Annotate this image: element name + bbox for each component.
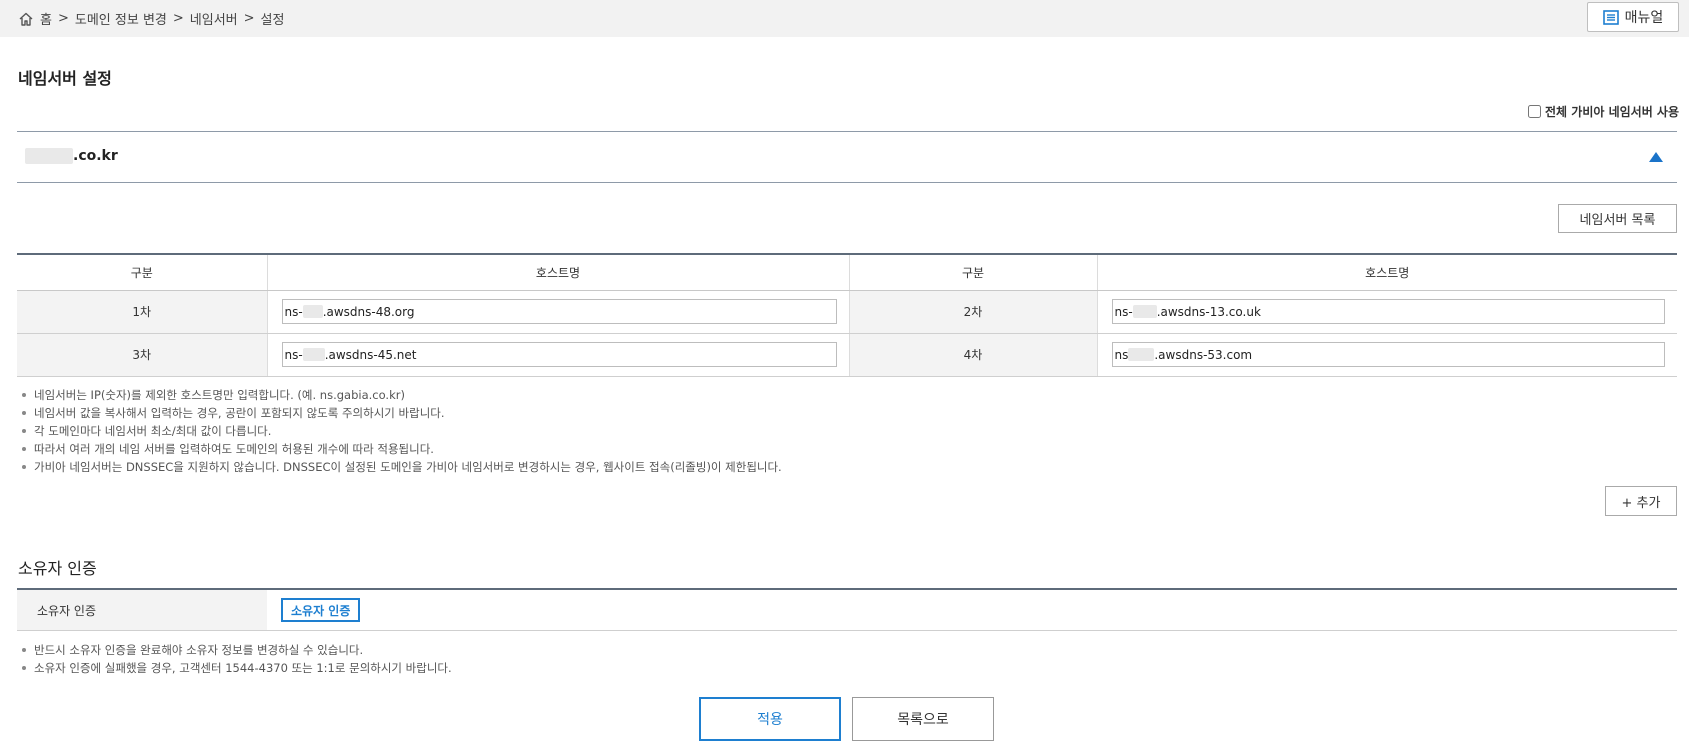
breadcrumb-nameserver[interactable]: 네임서버 [190,9,238,28]
host-prefix: ns- [284,304,303,319]
collapse-arrow-icon[interactable] [1649,152,1663,162]
ns-label-2: 2차 [848,290,1097,334]
domain-suffix: .co.kr [73,148,118,164]
nameserver-4-input[interactable]: ns .awsdns-53.com [1111,342,1665,367]
owner-notes: 반드시 소유자 인증을 완료해야 소유자 정보를 변경하실 수 있습니다. 소유… [20,641,452,677]
note-item: 각 도메인마다 네임서버 최소/최대 값이 다릅니다. [20,422,782,440]
ns-input-cell-2: ns- .awsdns-13.co.uk [1096,290,1677,334]
nameserver-3-input[interactable]: ns- .awsdns-45.net [281,342,837,367]
host-prefix: ns- [284,347,303,362]
host-suffix: .awsdns-48.org [322,304,415,319]
home-icon[interactable] [18,11,34,27]
apply-button[interactable]: 적용 [699,697,841,741]
ns-input-cell-3: ns- .awsdns-45.net [266,333,849,377]
masked-host [302,305,323,318]
column-header-hostname: 호스트명 [266,253,849,291]
breadcrumb: 홈 > 도메인 정보 변경 > 네임서버 > 설정 [18,9,284,28]
add-nameserver-button[interactable]: + 추가 [1605,486,1677,516]
all-gabia-nameserver-option[interactable]: 전체 가비아 네임서버 사용 [1528,103,1679,120]
breadcrumb-separator: > [243,11,255,26]
host-suffix: .awsdns-53.com [1154,347,1253,362]
ns-input-cell-4: ns .awsdns-53.com [1096,333,1677,377]
column-header-type: 구분 [17,253,267,291]
note-item: 소유자 인증에 실패했을 경우, 고객센터 1544-4370 또는 1:1로 … [20,659,452,677]
nameserver-2-input[interactable]: ns- .awsdns-13.co.uk [1111,299,1665,324]
manual-button-label: 매뉴얼 [1624,10,1664,26]
manual-button[interactable]: 매뉴얼 [1587,2,1679,32]
host-suffix: .awsdns-45.net [324,347,417,362]
note-item: 가비아 네임서버는 DNSSEC을 지원하지 않습니다. DNSSEC이 설정된… [20,458,782,476]
ns-label-1: 1차 [17,290,267,334]
nameserver-notes: 네임서버는 IP(숫자)를 제외한 호스트명만 입력합니다. (예. ns.ga… [20,386,782,476]
masked-host [1128,348,1155,361]
owner-verification-table: 소유자 인증 소유자 인증 [17,588,1677,631]
column-header-hostname: 호스트명 [1096,253,1677,291]
breadcrumb-settings: 설정 [260,13,285,28]
nameserver-section-title: 네임서버 설정 [18,69,112,88]
host-prefix: ns- [1114,304,1133,319]
back-to-list-button[interactable]: 목록으로 [852,697,994,741]
host-suffix: .awsdns-13.co.uk [1156,304,1261,319]
owner-verification-label: 소유자 인증 [17,590,267,630]
owner-verification-cell: 소유자 인증 [267,590,1677,630]
breadcrumb-separator: > [172,11,184,26]
table-row: 1차 ns- .awsdns-48.org 2차 ns- .awsdns-13.… [17,290,1677,334]
masked-host [1132,305,1157,318]
note-item: 네임서버 값을 복사해서 입력하는 경우, 공란이 포함되지 않도록 주의하시기… [20,404,782,422]
column-header-type: 구분 [848,253,1097,291]
breadcrumb-home[interactable]: 홈 [40,9,52,28]
owner-verify-button[interactable]: 소유자 인증 [281,598,361,622]
note-item: 네임서버는 IP(숫자)를 제외한 호스트명만 입력합니다. (예. ns.ga… [20,386,782,404]
host-prefix: ns [1114,347,1129,362]
breadcrumb-separator: > [57,11,69,26]
domain-name: .co.kr [25,148,118,164]
nameserver-table: 구분 호스트명 구분 호스트명 1차 ns- .awsdns-48.org 2차… [17,253,1677,377]
all-gabia-label: 전체 가비아 네임서버 사용 [1545,105,1679,119]
ns-label-3: 3차 [17,333,267,377]
masked-domain [25,148,73,164]
all-gabia-checkbox[interactable] [1528,105,1542,118]
ns-label-4: 4차 [848,333,1097,377]
table-header-row: 구분 호스트명 구분 호스트명 [17,253,1677,291]
note-item: 따라서 여러 개의 네임 서버를 입력하여도 도메인의 허용된 개수에 따라 적… [20,440,782,458]
breadcrumb-domain-info[interactable]: 도메인 정보 변경 [75,9,167,28]
note-item: 반드시 소유자 인증을 완료해야 소유자 정보를 변경하실 수 있습니다. [20,641,452,659]
ns-input-cell-1: ns- .awsdns-48.org [266,290,849,334]
nameserver-1-input[interactable]: ns- .awsdns-48.org [281,299,837,324]
manual-icon [1602,9,1619,25]
masked-host [302,348,325,361]
top-bar: 홈 > 도메인 정보 변경 > 네임서버 > 설정 매뉴얼 [0,0,1689,37]
nameserver-list-button[interactable]: 네임서버 목록 [1558,204,1677,233]
owner-section-title: 소유자 인증 [18,559,97,578]
table-row: 3차 ns- .awsdns-45.net 4차 ns .awsdns-53.c… [17,333,1677,377]
domain-header[interactable]: .co.kr [17,131,1677,183]
